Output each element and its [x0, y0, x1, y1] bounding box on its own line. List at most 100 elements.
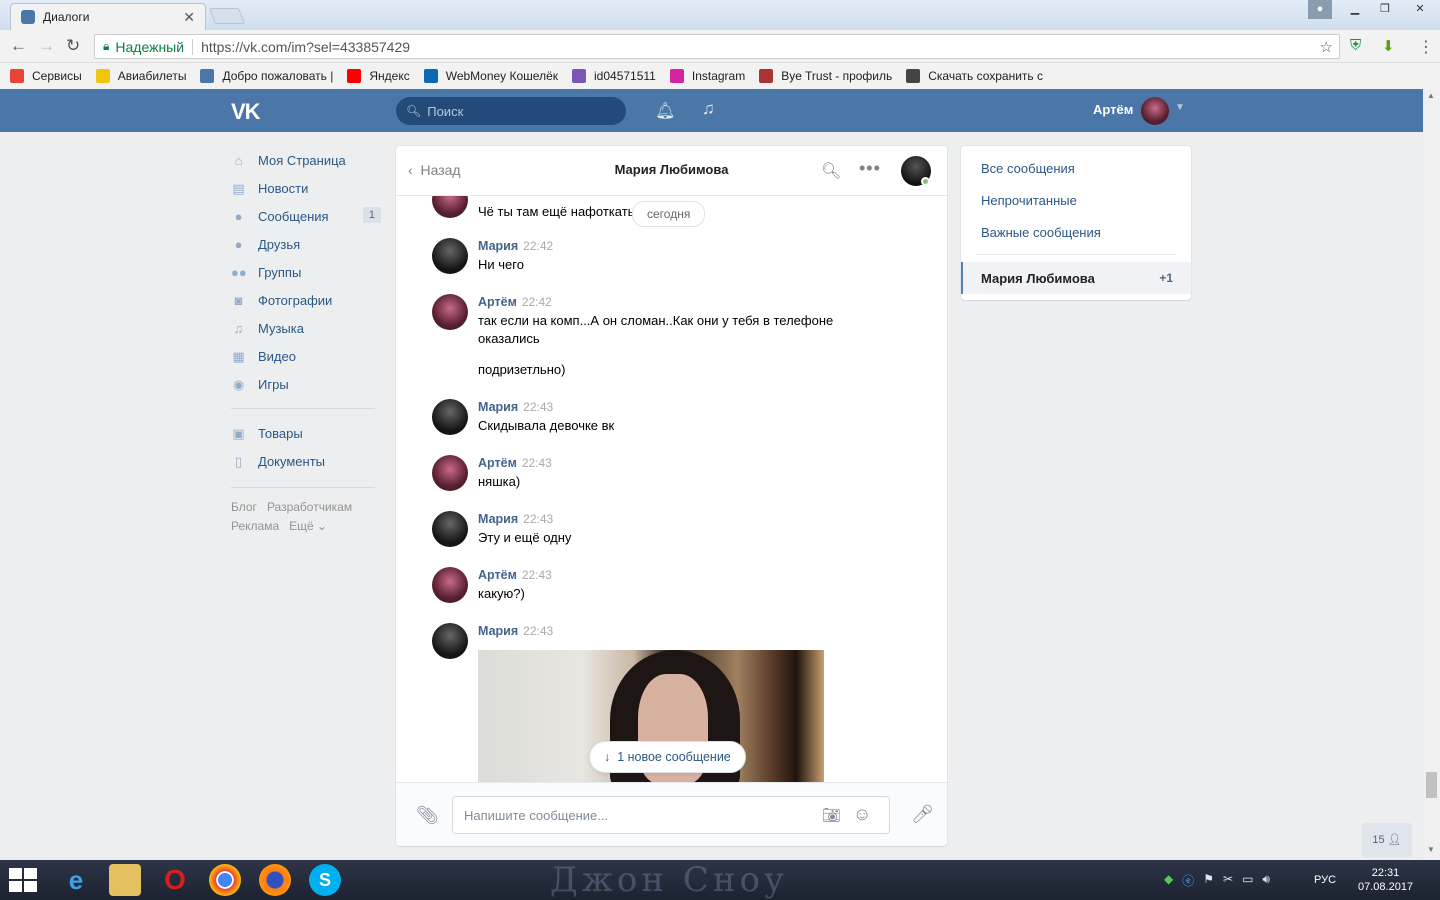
- new-message-button[interactable]: ↓ 1 новое сообщение: [589, 741, 746, 773]
- close-window-button[interactable]: ✕: [1400, 0, 1440, 19]
- message-time[interactable]: 22:43: [523, 400, 553, 414]
- emoji-smile-icon[interactable]: ☺: [853, 804, 871, 825]
- sidebar-item[interactable]: ◙ Фотографии: [231, 286, 381, 314]
- message-author[interactable]: Мария: [478, 512, 518, 526]
- tray-app-icon[interactable]: ◆: [1164, 872, 1173, 889]
- download-extension-icon[interactable]: ⬇: [1382, 37, 1395, 55]
- chat-search-icon[interactable]: 🔍︎: [821, 161, 841, 181]
- browser-menu-icon[interactable]: ⋮: [1418, 37, 1434, 57]
- message-time[interactable]: 22:43: [522, 568, 552, 582]
- avatar[interactable]: [432, 511, 468, 547]
- message-author[interactable]: Мария: [478, 400, 518, 414]
- bookmark-item[interactable]: WebMoney Кошелёк: [423, 69, 558, 83]
- bookmark-item[interactable]: Сервисы: [10, 69, 82, 83]
- filter-unread[interactable]: Непрочитанные: [981, 193, 1077, 208]
- message-time[interactable]: 22:43: [523, 512, 553, 526]
- avatar[interactable]: [432, 567, 468, 603]
- online-friends-button[interactable]: 15 👤︎: [1362, 823, 1412, 857]
- profile-switch-icon[interactable]: ●: [1308, 0, 1332, 19]
- sidebar-item[interactable]: ⌂ Моя Страница: [231, 146, 381, 174]
- message-history[interactable]: Чё ты там ещё нафоткать Мария 22:42 Ни чег…: [396, 196, 947, 782]
- bookmark-item[interactable]: Авиабилеты: [95, 69, 186, 83]
- sidebar-item[interactable]: ▦ Видео: [231, 342, 381, 370]
- message-author[interactable]: Артём: [478, 295, 517, 309]
- notifications-bell-icon[interactable]: 🔔︎: [655, 101, 675, 121]
- forward-arrow-icon[interactable]: →: [38, 36, 55, 56]
- message-time[interactable]: 22:43: [522, 456, 552, 470]
- scroll-thumb[interactable]: [1426, 772, 1437, 798]
- bookmark-item[interactable]: Яндекс: [347, 69, 410, 83]
- bookmark-item[interactable]: id04571511: [572, 69, 656, 83]
- sidebar-item[interactable]: ♫ Музыка: [231, 314, 381, 342]
- filter-important[interactable]: Важные сообщения: [981, 225, 1101, 240]
- attach-paperclip-icon[interactable]: 📎︎: [416, 805, 439, 826]
- chrome-icon[interactable]: [209, 864, 241, 896]
- message-author[interactable]: Мария: [478, 624, 518, 638]
- sidebar-item[interactable]: ▣ Товары: [231, 419, 381, 447]
- message-author[interactable]: Артём: [478, 568, 517, 582]
- volume-icon[interactable]: 🔊︎: [1262, 872, 1270, 889]
- vk-logo-icon[interactable]: VK: [231, 99, 261, 125]
- sidebar-item[interactable]: ●● Группы: [231, 258, 381, 286]
- bookmark-item[interactable]: Instagram: [669, 69, 745, 83]
- message-time[interactable]: 22:42: [523, 239, 553, 253]
- clock[interactable]: 22:31 07.08.2017: [1358, 866, 1413, 894]
- back-arrow-icon[interactable]: ←: [10, 36, 27, 56]
- scroll-down-arrow-icon[interactable]: ▼: [1427, 845, 1435, 854]
- bookmark-item[interactable]: Добро пожаловать |: [200, 69, 333, 83]
- internet-explorer-icon[interactable]: e: [60, 864, 92, 896]
- chevron-down-icon[interactable]: ▼: [1175, 102, 1185, 113]
- bookmark-item[interactable]: Скачать сохранить с: [906, 69, 1043, 83]
- message-time[interactable]: 22:43: [523, 624, 553, 638]
- footer-link[interactable]: Ещё ⌄: [289, 519, 327, 533]
- sidebar-item[interactable]: ▤ Новости: [231, 174, 381, 202]
- message-time[interactable]: 22:42: [522, 295, 552, 309]
- avatar[interactable]: [432, 455, 468, 491]
- sidebar-item[interactable]: ▯ Документы: [231, 447, 381, 475]
- avatar[interactable]: [432, 196, 468, 218]
- file-explorer-icon[interactable]: [109, 864, 141, 896]
- new-tab-button[interactable]: [209, 8, 245, 24]
- avatar[interactable]: [1141, 97, 1169, 125]
- active-dialog-item[interactable]: Мария Любимова +1: [961, 262, 1191, 294]
- minimize-button[interactable]: ▁: [1340, 0, 1370, 19]
- music-player-icon[interactable]: ♫: [702, 99, 715, 119]
- firefox-icon[interactable]: [259, 864, 291, 896]
- message-author[interactable]: Артём: [478, 456, 517, 470]
- tab-close-icon[interactable]: ✕: [183, 9, 195, 26]
- avatar[interactable]: [432, 399, 468, 435]
- skype-icon[interactable]: S: [309, 864, 341, 896]
- sidebar-item[interactable]: ● Сообщения 1: [231, 202, 381, 230]
- sidebar-item[interactable]: ● Друзья: [231, 230, 381, 258]
- windows-start-icon[interactable]: [8, 868, 38, 892]
- browser-tab[interactable]: Диалоги ✕: [10, 3, 206, 30]
- avatar[interactable]: [432, 238, 468, 274]
- avatar[interactable]: [432, 294, 468, 330]
- camera-icon[interactable]: 📷︎: [822, 806, 841, 824]
- reload-icon[interactable]: ↻: [66, 36, 80, 56]
- restore-button[interactable]: ❐: [1370, 0, 1400, 19]
- bookmark-star-icon[interactable]: ☆: [1320, 38, 1333, 56]
- more-actions-icon[interactable]: •••: [859, 158, 881, 179]
- tray-browser-icon[interactable]: ⓔ: [1182, 872, 1194, 889]
- sidebar-item[interactable]: ◉ Игры: [231, 370, 381, 398]
- network-icon[interactable]: ▭: [1242, 872, 1253, 889]
- search-input[interactable]: 🔍︎ Поиск: [396, 97, 626, 125]
- filter-all[interactable]: Все сообщения: [981, 161, 1075, 176]
- header-user-name[interactable]: Артём: [1093, 102, 1133, 117]
- scroll-up-arrow-icon[interactable]: ▲: [1427, 91, 1435, 100]
- language-indicator[interactable]: РУС: [1314, 874, 1336, 886]
- tray-tools-icon[interactable]: ✂: [1223, 872, 1233, 889]
- page-scrollbar[interactable]: ▲ ▼: [1423, 89, 1440, 860]
- bookmark-item[interactable]: Bye Trust - профиль: [759, 69, 892, 83]
- avatar[interactable]: [432, 623, 468, 659]
- microphone-icon[interactable]: 🎤︎: [911, 804, 934, 825]
- footer-link[interactable]: Реклама: [231, 519, 279, 533]
- footer-link[interactable]: Блог: [231, 500, 257, 514]
- address-bar[interactable]: 🔒︎ Надежный https://vk.com/im?sel=433857…: [94, 34, 1340, 59]
- adguard-shield-icon[interactable]: ⛨: [1350, 37, 1361, 54]
- footer-link[interactable]: Разработчикам: [267, 500, 352, 514]
- message-author[interactable]: Мария: [478, 239, 518, 253]
- opera-icon[interactable]: O: [159, 864, 191, 896]
- action-center-flag-icon[interactable]: ⚑: [1203, 872, 1214, 889]
